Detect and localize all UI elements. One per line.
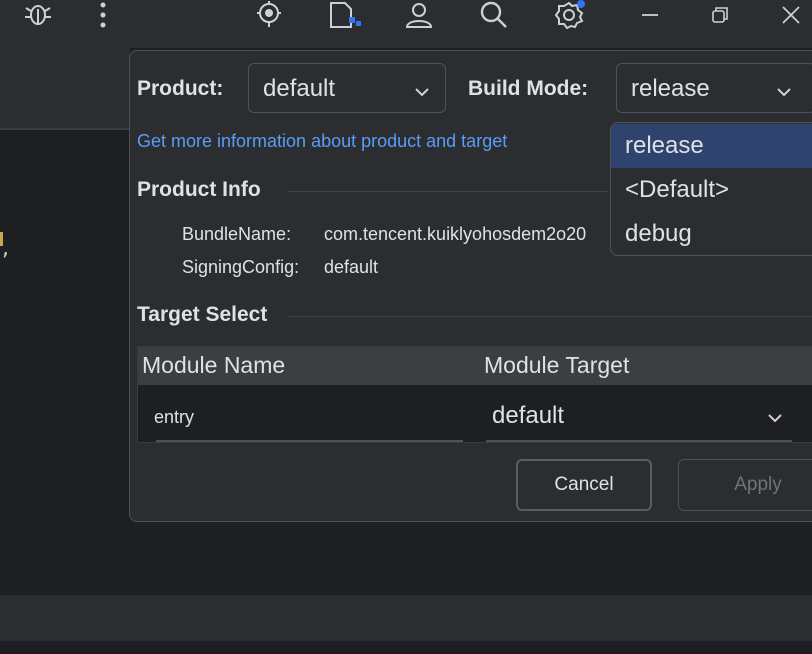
more-vertical-icon[interactable] [92,0,114,30]
option-debug[interactable]: debug [611,212,812,255]
chevron-down-icon [413,80,431,108]
cancel-button[interactable]: Cancel [516,459,652,511]
search-icon[interactable] [476,0,512,30]
account-icon[interactable] [402,0,436,30]
target-table: Module Name Module Target entry default [137,346,812,443]
signing-config-value: default [324,257,379,277]
chevron-down-icon [766,409,784,431]
location-target-icon[interactable] [252,0,286,30]
product-info-heading: Product Info [137,178,261,201]
status-panel [0,595,812,641]
debug-bug-icon[interactable] [22,0,54,30]
restore-icon[interactable] [708,0,732,30]
option-release[interactable]: release [611,124,812,168]
minimize-icon[interactable] [638,0,662,30]
column-header-module-name: Module Name [142,352,286,378]
editor-tab-area [0,48,130,130]
module-target-value: default [492,402,565,429]
product-value: default [263,75,336,102]
column-header-module-target: Module Target [484,352,630,378]
module-name-cell: entry [154,407,195,427]
device-file-icon[interactable] [325,0,365,30]
code-text: , [2,236,9,261]
build-mode-options-popup: release <Default> debug [610,122,812,256]
apply-button[interactable]: Apply [678,459,812,511]
product-build-dialog: Product: default Build Mode: release Get… [129,50,812,522]
signing-config-label: SigningConfig: [182,257,300,277]
cell-underline [156,440,463,442]
product-target-info-link[interactable]: Get more information about product and t… [137,131,507,152]
divider [288,191,608,192]
close-icon[interactable] [778,0,804,30]
product-dropdown[interactable]: default [248,63,446,113]
build-mode-value: release [631,75,710,102]
target-select-heading: Target Select [137,303,268,326]
build-mode-label: Build Mode: [468,77,589,100]
title-bar [0,0,812,48]
table-header: Module Name Module Target [138,347,812,385]
settings-icon[interactable] [550,0,588,30]
status-bar [0,641,812,654]
divider [288,316,812,317]
chevron-down-icon [775,80,793,108]
build-mode-dropdown[interactable]: release [616,63,812,113]
cell-underline [486,440,792,442]
product-label: Product: [137,77,224,100]
bundle-name-label: BundleName: [182,224,292,244]
bundle-name-value: com.tencent.kuiklyohosdem2o20 [324,224,587,244]
option-default[interactable]: <Default> [611,168,812,212]
